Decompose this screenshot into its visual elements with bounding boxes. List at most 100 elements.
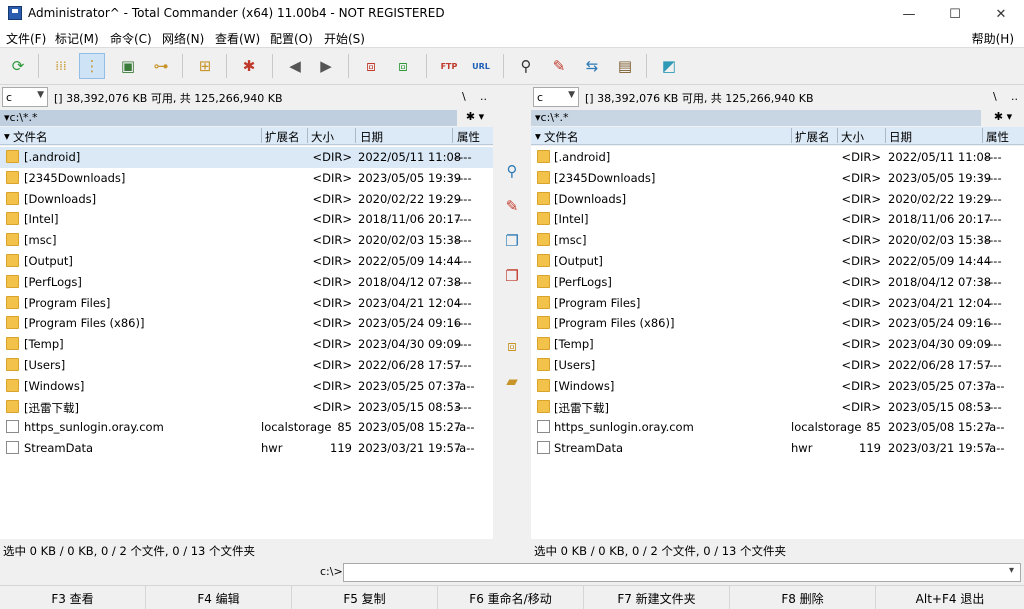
file-row[interactable]: StreamData hwr 119 2023/03/21 19:57 -a-- (531, 438, 1024, 459)
file-row[interactable]: [Intel] <DIR> 2018/11/06 20:17 ---- (0, 209, 493, 230)
right-path-bar[interactable]: ▾c:\*.* (531, 110, 981, 126)
file-name: [Program Files] (554, 295, 641, 310)
menu-show[interactable]: 查看(W) (215, 30, 260, 47)
refresh-icon[interactable]: ⟳ (5, 53, 31, 79)
f8-delete-button[interactable]: F8 删除 (730, 586, 876, 609)
left-root-button[interactable]: \ (462, 90, 466, 103)
header-ext[interactable]: 扩展名 (265, 129, 300, 145)
file-row[interactable]: [Users] <DIR> 2022/06/28 17:57 ---- (531, 355, 1024, 376)
search-icon[interactable]: ⚲ (513, 53, 539, 79)
close-button[interactable]: ✕ (978, 0, 1024, 28)
edit-file-icon[interactable]: ✎ (501, 195, 523, 217)
menu-start[interactable]: 开始(S) (324, 30, 365, 47)
file-row[interactable]: [PerfLogs] <DIR> 2018/04/12 07:38 ---- (531, 272, 1024, 293)
f3-view-button[interactable]: F3 查看 (0, 586, 146, 609)
file-row[interactable]: StreamData hwr 119 2023/03/21 19:57 -a-- (0, 438, 493, 459)
f7-new-folder-button[interactable]: F7 新建文件夹 (584, 586, 730, 609)
brief-view-icon[interactable]: ⁞⁞⁞ (48, 53, 74, 79)
notepad-icon[interactable]: ▤ (612, 53, 638, 79)
header-ext[interactable]: 扩展名 (795, 129, 830, 145)
move-files-icon[interactable]: ❐ (501, 265, 523, 287)
right-root-button[interactable]: \ (993, 90, 997, 103)
menu-net[interactable]: 网络(N) (162, 30, 204, 47)
right-file-list[interactable]: [.android] <DIR> 2022/05/11 11:08 ---- [2345… (531, 146, 1024, 539)
unpack-icon[interactable]: ⧈ (390, 53, 416, 79)
file-row[interactable]: [Intel] <DIR> 2018/11/06 20:17 ---- (531, 209, 1024, 230)
menu-file[interactable]: 文件(F) (6, 30, 46, 47)
menu-mark[interactable]: 标记(M) (55, 30, 99, 47)
url-icon[interactable]: URL (468, 53, 494, 79)
file-row[interactable]: [msc] <DIR> 2020/02/03 15:38 ---- (531, 230, 1024, 251)
paste-icon[interactable]: ◩ (656, 53, 682, 79)
file-row[interactable]: [msc] <DIR> 2020/02/03 15:38 ---- (0, 230, 493, 251)
header-date[interactable]: 日期 (889, 129, 912, 145)
file-row[interactable]: [Output] <DIR> 2022/05/09 14:44 ---- (531, 251, 1024, 272)
thumbnails-view-icon[interactable]: ▣ (115, 53, 141, 79)
sync-dirs-icon[interactable]: ⇆ (579, 53, 605, 79)
file-row[interactable]: https_sunlogin.oray.com localstorage 85 202… (531, 417, 1024, 438)
header-date[interactable]: 日期 (360, 129, 383, 145)
header-name[interactable]: 文件名 (13, 129, 48, 145)
header-size[interactable]: 大小 (841, 129, 864, 145)
chevron-down-icon[interactable]: ▾ (1009, 565, 1014, 576)
file-row[interactable]: [迅雷下载] <DIR> 2023/05/15 08:53 ---- (0, 397, 493, 418)
header-size[interactable]: 大小 (311, 129, 334, 145)
compare-dirs-icon[interactable]: ⊞ (192, 53, 218, 79)
file-row[interactable]: [.android] <DIR> 2022/05/11 11:08 ---- (0, 147, 493, 168)
file-row[interactable]: [.android] <DIR> 2022/05/11 11:08 ---- (531, 147, 1024, 168)
menu-configuration[interactable]: 配置(O) (270, 30, 313, 47)
copy-files-icon[interactable]: ❐ (501, 230, 523, 252)
file-row[interactable]: [Temp] <DIR> 2023/04/30 09:09 ---- (0, 334, 493, 355)
maximize-button[interactable]: ☐ (932, 0, 978, 28)
f5-copy-button[interactable]: F5 复制 (292, 586, 438, 609)
left-up-button[interactable]: .. (480, 90, 487, 103)
file-row[interactable]: [Windows] <DIR> 2023/05/25 07:37 -a-- (0, 376, 493, 397)
file-row[interactable]: [Downloads] <DIR> 2020/02/22 19:29 ---- (531, 189, 1024, 210)
command-line-input[interactable]: ▾ (343, 563, 1021, 582)
file-row[interactable]: [Output] <DIR> 2022/05/09 14:44 ---- (0, 251, 493, 272)
back-icon[interactable]: ◀ (282, 53, 308, 79)
file-row[interactable]: https_sunlogin.oray.com localstorage 85 202… (0, 417, 493, 438)
right-up-button[interactable]: .. (1011, 90, 1018, 103)
select-files-icon[interactable]: ✱ (236, 53, 262, 79)
left-history-star-icon[interactable]: ✱ ▾ (460, 110, 490, 126)
file-row[interactable]: [Program Files (x86)] <DIR> 2023/05/24 09:… (531, 313, 1024, 334)
header-attr[interactable]: 属性 (457, 129, 480, 145)
left-file-list[interactable]: [.android] <DIR> 2022/05/11 11:08 ---- [2345… (0, 146, 493, 539)
file-row[interactable]: [PerfLogs] <DIR> 2018/04/12 07:38 ---- (0, 272, 493, 293)
minimize-button[interactable]: — (886, 0, 932, 28)
ftp-icon[interactable]: FTP (436, 53, 462, 79)
detailed-view-icon[interactable]: ⋮ (79, 53, 105, 79)
file-row[interactable]: [迅雷下载] <DIR> 2023/05/15 08:53 ---- (531, 397, 1024, 418)
multi-rename-icon[interactable]: ✎ (546, 53, 572, 79)
f4-edit-button[interactable]: F4 编辑 (146, 586, 292, 609)
right-history-star-icon[interactable]: ✱ ▾ (988, 110, 1018, 126)
pack-files-icon[interactable]: ⧈ (501, 335, 523, 357)
left-drive-select[interactable]: c ▼ (2, 87, 48, 107)
file-row[interactable]: [Temp] <DIR> 2023/04/30 09:09 ---- (531, 334, 1024, 355)
file-row[interactable]: [Windows] <DIR> 2023/05/25 07:37 -a-- (531, 376, 1024, 397)
right-drive-select[interactable]: c ▼ (533, 87, 579, 107)
file-row[interactable]: [2345Downloads] <DIR> 2023/05/05 19:39 ---- (531, 168, 1024, 189)
folder-icon (537, 254, 550, 267)
f6-rename-move-button[interactable]: F6 重命名/移动 (438, 586, 584, 609)
file-row[interactable]: [2345Downloads] <DIR> 2023/05/05 19:39 ---- (0, 168, 493, 189)
view-file-icon[interactable]: ⚲ (501, 160, 523, 182)
left-path-bar[interactable]: ▾c:\*.* (0, 110, 457, 126)
header-attr[interactable]: 属性 (986, 129, 1009, 145)
header-name[interactable]: 文件名 (544, 129, 579, 145)
menu-commands[interactable]: 命令(C) (110, 30, 152, 47)
file-row[interactable]: [Downloads] <DIR> 2020/02/22 19:29 ---- (0, 189, 493, 210)
file-row[interactable]: [Program Files] <DIR> 2023/04/21 12:04 ---- (531, 293, 1024, 314)
file-size: 85 (337, 420, 352, 435)
alt-f4-exit-button[interactable]: Alt+F4 退出 (876, 586, 1024, 609)
tree-view-icon[interactable]: ⊶ (148, 53, 174, 79)
forward-icon[interactable]: ▶ (313, 53, 339, 79)
new-folder-icon[interactable]: ▰ (501, 370, 523, 392)
file-row[interactable]: [Program Files (x86)] <DIR> 2023/05/24 09:… (0, 313, 493, 334)
pack-icon[interactable]: ⧈ (358, 53, 384, 79)
file-name: [Temp] (554, 337, 594, 352)
file-row[interactable]: [Program Files] <DIR> 2023/04/21 12:04 ---- (0, 293, 493, 314)
file-row[interactable]: [Users] <DIR> 2022/06/28 17:57 ---- (0, 355, 493, 376)
menu-help[interactable]: 帮助(H) (972, 30, 1014, 47)
